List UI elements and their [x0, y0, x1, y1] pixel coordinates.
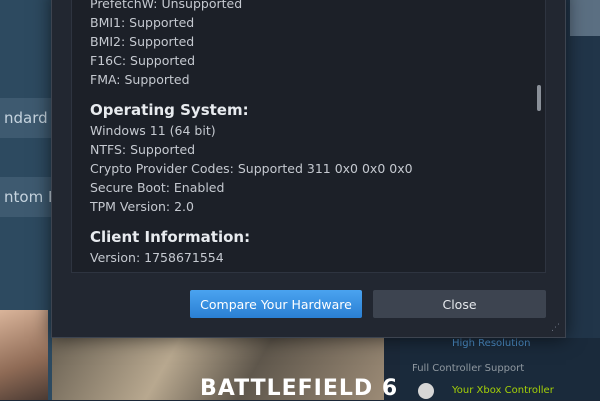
info-line-fma: FMA: Supported [90, 72, 190, 87]
close-button[interactable]: Close [373, 290, 546, 318]
system-info-content: PrefetchW: Unsupported BMI1: Supported B… [90, 0, 525, 267]
section-title-operating-system: Operating System: [90, 101, 249, 119]
compare-hardware-button[interactable]: Compare Your Hardware [190, 290, 362, 318]
info-line-ntfs: NTFS: Supported [90, 142, 196, 157]
resize-grip-icon[interactable]: ⋰ [551, 323, 561, 333]
background-artwork-left [0, 310, 48, 400]
info-line-bmi2: BMI2: Supported [90, 34, 195, 49]
controller-icon [418, 383, 434, 399]
info-line-prefetchw: PrefetchW: Unsupported [90, 0, 243, 11]
info-line-secure-boot: Secure Boot: Enabled [90, 180, 225, 195]
section-title-client-information: Client Information: [90, 228, 251, 246]
info-line-crypto-provider: Crypto Provider Codes: Supported 311 0x0… [90, 161, 413, 176]
feature-controller-support: Full Controller Support [412, 363, 525, 374]
feature-high-resolution: High Resolution [452, 338, 531, 349]
background-game-title: BATTLEFIELD 6 [200, 376, 399, 401]
feature-xbox-controller: Your Xbox Controller [452, 385, 554, 396]
info-line-client-version: Version: 1758671554 [90, 250, 224, 265]
system-information-dialog: PrefetchW: Unsupported BMI1: Supported B… [51, 0, 566, 338]
system-info-scroll-area[interactable]: PrefetchW: Unsupported BMI1: Supported B… [71, 0, 546, 273]
info-line-tpm-version: TPM Version: 2.0 [90, 199, 194, 214]
scrollbar-thumb[interactable] [537, 85, 541, 111]
info-line-f16c: F16C: Supported [90, 53, 196, 68]
info-line-bmi1: BMI1: Supported [90, 15, 195, 30]
info-line-windows-version: Windows 11 (64 bit) [90, 123, 216, 138]
background-right-card [570, 0, 600, 36]
